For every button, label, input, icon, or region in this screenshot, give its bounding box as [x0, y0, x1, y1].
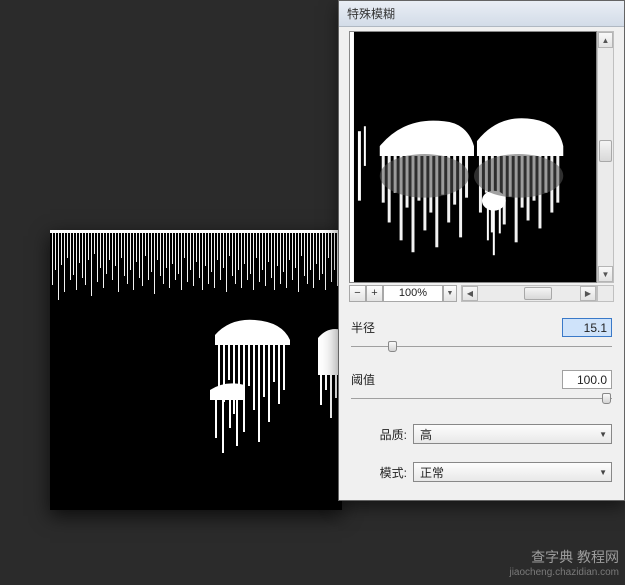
zoom-value: 100% — [383, 285, 443, 302]
radius-input[interactable] — [562, 318, 612, 337]
mode-label: 模式: — [369, 464, 407, 481]
threshold-input[interactable] — [562, 370, 612, 389]
scroll-corner — [597, 285, 614, 302]
threshold-label: 阈值 — [351, 371, 562, 388]
radius-slider[interactable] — [351, 340, 612, 354]
scroll-right-icon[interactable]: ▶ — [580, 286, 596, 301]
radius-label: 半径 — [351, 319, 562, 336]
preview-vscrollbar[interactable]: ▲ ▼ — [597, 31, 614, 283]
filter-preview[interactable] — [349, 31, 597, 283]
dialog-titlebar[interactable]: 特殊模糊 — [339, 1, 624, 27]
quality-select[interactable]: 高 ▼ — [413, 424, 612, 444]
zoom-dropdown[interactable]: ▼ — [443, 285, 457, 302]
mode-value: 正常 — [420, 464, 444, 481]
scroll-left-icon[interactable]: ◀ — [462, 286, 478, 301]
chevron-down-icon: ▼ — [599, 430, 607, 439]
canvas-preview — [50, 230, 342, 510]
threshold-slider[interactable] — [351, 392, 612, 406]
chevron-down-icon: ▼ — [599, 468, 607, 477]
quality-value: 高 — [420, 426, 432, 443]
vscroll-thumb[interactable] — [599, 140, 612, 162]
zoom-out-button[interactable]: − — [349, 285, 366, 302]
dialog-title: 特殊模糊 — [347, 7, 395, 21]
quality-label: 品质: — [369, 426, 407, 443]
zoom-in-button[interactable]: + — [366, 285, 383, 302]
preview-hscrollbar[interactable]: ◀ ▶ — [461, 285, 597, 302]
radius-slider-handle[interactable] — [388, 341, 397, 352]
watermark: 查字典 教程网 jiaocheng.chazidian.com — [509, 549, 619, 579]
scroll-up-icon[interactable]: ▲ — [598, 32, 613, 48]
threshold-slider-handle[interactable] — [602, 393, 611, 404]
watermark-line1: 查字典 教程网 — [509, 549, 619, 567]
hscroll-thumb[interactable] — [524, 287, 552, 300]
smart-blur-dialog: 特殊模糊 — [338, 0, 625, 501]
mode-select[interactable]: 正常 ▼ — [413, 462, 612, 482]
watermark-line2: jiaocheng.chazidian.com — [509, 567, 619, 580]
scroll-down-icon[interactable]: ▼ — [598, 266, 613, 282]
